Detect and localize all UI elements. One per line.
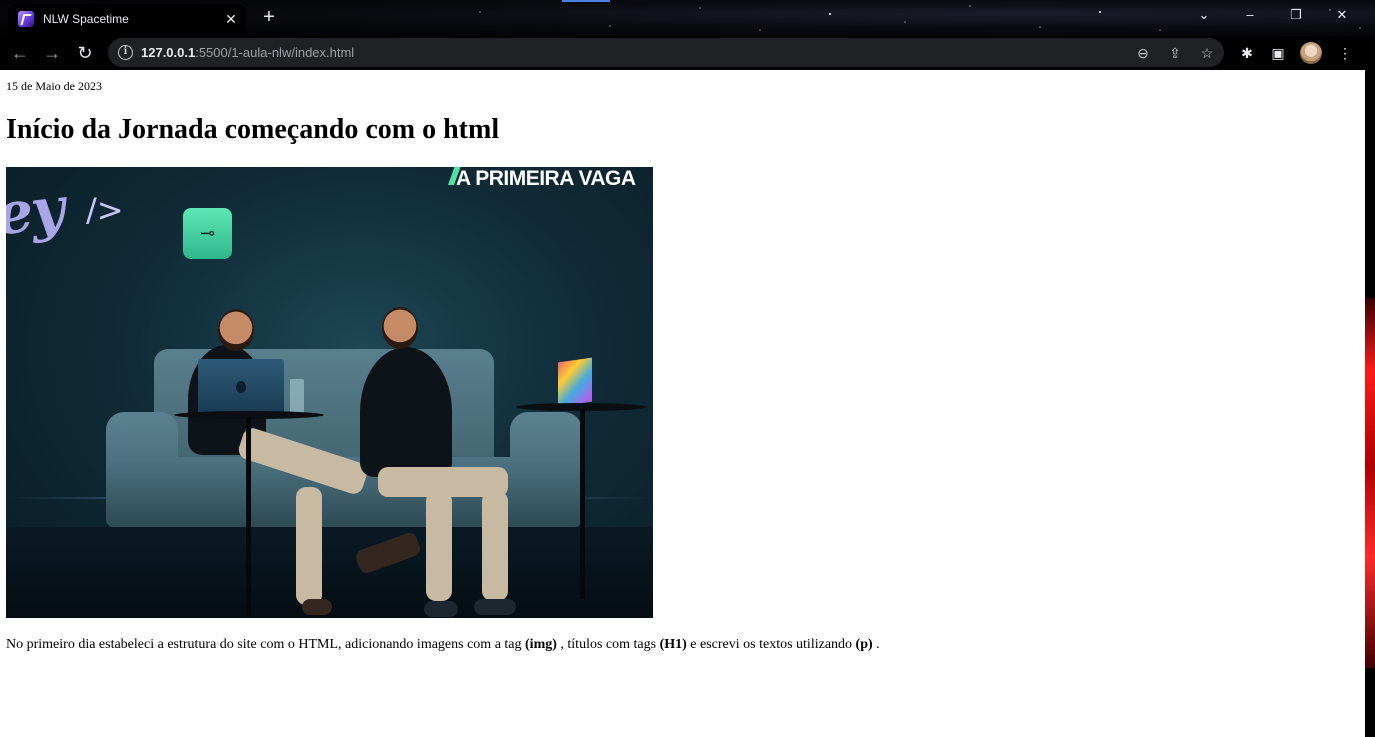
person-left-shoe-2 xyxy=(302,599,332,615)
url-path: :5500/1-aula-nlw/index.html xyxy=(195,45,355,60)
tab-title: NLW Spacetime xyxy=(43,12,129,26)
paragraph-text-2: , títulos com tags xyxy=(556,637,660,652)
person-right-shin-2 xyxy=(482,491,508,601)
site-info-icon[interactable]: i xyxy=(118,45,133,60)
share-icon[interactable]: ⇪ xyxy=(1164,42,1186,64)
person-right xyxy=(360,347,452,477)
paragraph-text-3: e escrevi os textos utilizando xyxy=(686,637,856,652)
tab-strip-accent xyxy=(562,0,610,2)
profile-avatar[interactable] xyxy=(1300,42,1322,64)
page-paragraph: No primeiro dia estabeleci a estrutura d… xyxy=(6,637,880,653)
title-bar: NLW Spacetime ✕ + ⌄ – ❐ ✕ xyxy=(0,0,1375,36)
paragraph-img-tag: (img) xyxy=(525,637,557,652)
menu-icon[interactable]: ⋮ xyxy=(1334,42,1356,64)
close-window-button[interactable]: ✕ xyxy=(1328,4,1356,26)
address-bar[interactable]: i 127.0.0.1:5500/1-aula-nlw/index.html ⊖… xyxy=(108,38,1224,67)
key-icon: ⊸ xyxy=(183,208,232,259)
page-date: 15 de Maio de 2023 xyxy=(6,79,102,93)
back-button[interactable]: ← xyxy=(8,41,32,65)
forward-button[interactable]: → xyxy=(40,41,64,65)
tab-close-icon[interactable]: ✕ xyxy=(222,10,240,28)
table-left-leg xyxy=(246,417,251,617)
paragraph-p-tag: (p) xyxy=(855,637,873,652)
person-left-head xyxy=(218,309,254,351)
person-right-head xyxy=(382,307,418,349)
table-right-leg xyxy=(580,409,585,599)
minimize-button[interactable]: – xyxy=(1236,4,1264,26)
url-host: 127.0.0.1 xyxy=(141,45,196,60)
person-right-shoe-2 xyxy=(474,599,516,615)
laptop-stickers xyxy=(558,357,592,407)
favicon-icon xyxy=(18,11,34,27)
hero-script-text: ey xyxy=(6,173,66,249)
person-left-shin xyxy=(296,487,322,605)
new-tab-button[interactable]: + xyxy=(258,6,280,28)
reload-button[interactable]: ↻ xyxy=(73,41,97,65)
desktop-wallpaper-edge xyxy=(1365,70,1375,737)
side-panel-icon[interactable]: ▣ xyxy=(1267,42,1289,64)
url-text[interactable]: 127.0.0.1:5500/1-aula-nlw/index.html xyxy=(141,45,354,60)
extensions-icon[interactable]: ✱ xyxy=(1236,42,1258,64)
tab-nlw-spacetime[interactable]: NLW Spacetime ✕ xyxy=(8,4,246,36)
hero-code-tag: /> xyxy=(86,191,124,229)
hero-banner-text: A PRIMEIRA VAGA xyxy=(456,167,636,190)
page-title: Início da Jornada começando com o html xyxy=(6,114,500,145)
browser-toolbar: ← → ↻ i 127.0.0.1:5500/1-aula-nlw/index.… xyxy=(0,36,1375,70)
zoom-icon[interactable]: ⊖ xyxy=(1132,42,1154,64)
tab-search-icon[interactable]: ⌄ xyxy=(1190,4,1218,26)
restore-button[interactable]: ❐ xyxy=(1282,4,1310,26)
paragraph-text-1: No primeiro dia estabeleci a estrutura d… xyxy=(6,637,526,652)
paragraph-h1-tag: (H1) xyxy=(659,637,687,652)
water-glass xyxy=(290,379,304,413)
person-right-shoe-1 xyxy=(424,601,458,617)
hero-image: ey /> A PRIMEIRA VAGA ⊸ xyxy=(6,167,653,618)
person-right-shin-1 xyxy=(426,491,452,601)
paragraph-text-4: . xyxy=(872,637,880,652)
bookmark-star-icon[interactable]: ☆ xyxy=(1196,42,1218,64)
laptop xyxy=(198,359,284,415)
page-viewport: 15 de Maio de 2023 Início da Jornada com… xyxy=(0,70,1365,737)
